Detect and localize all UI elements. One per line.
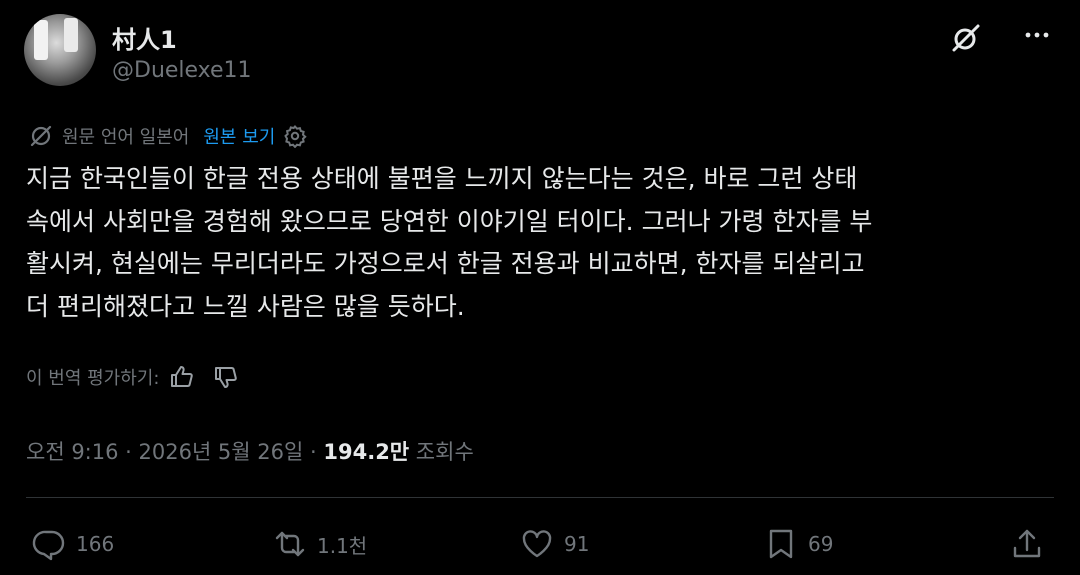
thumbs-up-icon[interactable] [169, 364, 195, 390]
avatar[interactable] [24, 14, 96, 86]
bookmark-count: 69 [808, 532, 834, 556]
repost-button[interactable]: 1.1천 [273, 522, 367, 566]
gear-icon[interactable] [283, 124, 308, 148]
share-icon [1013, 529, 1041, 558]
display-name[interactable]: 村人1 [112, 20, 177, 55]
reply-count: 166 [76, 532, 115, 556]
views-label: 조회수 [409, 440, 474, 464]
action-bar: 166 1.1천 91 69 [0, 522, 1080, 566]
like-icon [522, 530, 552, 558]
repost-icon [275, 531, 305, 557]
tweet-meta: 오전 9:16 · 2026년 5월 26일 · 194.2만 조회수 [26, 436, 474, 466]
more-icon[interactable] [1022, 20, 1052, 50]
timestamp[interactable]: 오전 9:16 · 2026년 5월 26일 · [26, 440, 323, 464]
divider [26, 497, 1054, 498]
tweet-text: 지금 한국인들이 한글 전용 상태에 불편을 느끼지 않는다는 것은, 바로 그… [26, 164, 873, 321]
repost-count: 1.1천 [317, 533, 368, 558]
views-count: 194.2만 [323, 440, 410, 464]
original-language-label: 원문 언어 일본어 [62, 127, 190, 148]
bookmark-button[interactable]: 69 [764, 522, 833, 566]
reply-icon [32, 530, 65, 561]
grok-icon[interactable] [950, 22, 982, 54]
share-button[interactable] [1010, 522, 1044, 566]
tweet-header: 村人1 @Duelexe11 [24, 14, 1056, 90]
translation-bar: 원문 언어 일본어 원본 보기 [28, 122, 308, 150]
like-count: 91 [564, 532, 590, 556]
translate-icon [30, 125, 52, 147]
user-handle[interactable]: @Duelexe11 [112, 58, 252, 83]
reply-button[interactable]: 166 [32, 522, 114, 566]
rate-translation: 이 번역 평가하기: [26, 362, 239, 392]
rate-translation-label: 이 번역 평가하기: [26, 368, 160, 389]
show-original-link[interactable]: 원본 보기 [203, 123, 275, 149]
like-button[interactable]: 91 [520, 522, 589, 566]
thumbs-down-icon[interactable] [213, 364, 239, 390]
bookmark-icon [769, 529, 793, 559]
